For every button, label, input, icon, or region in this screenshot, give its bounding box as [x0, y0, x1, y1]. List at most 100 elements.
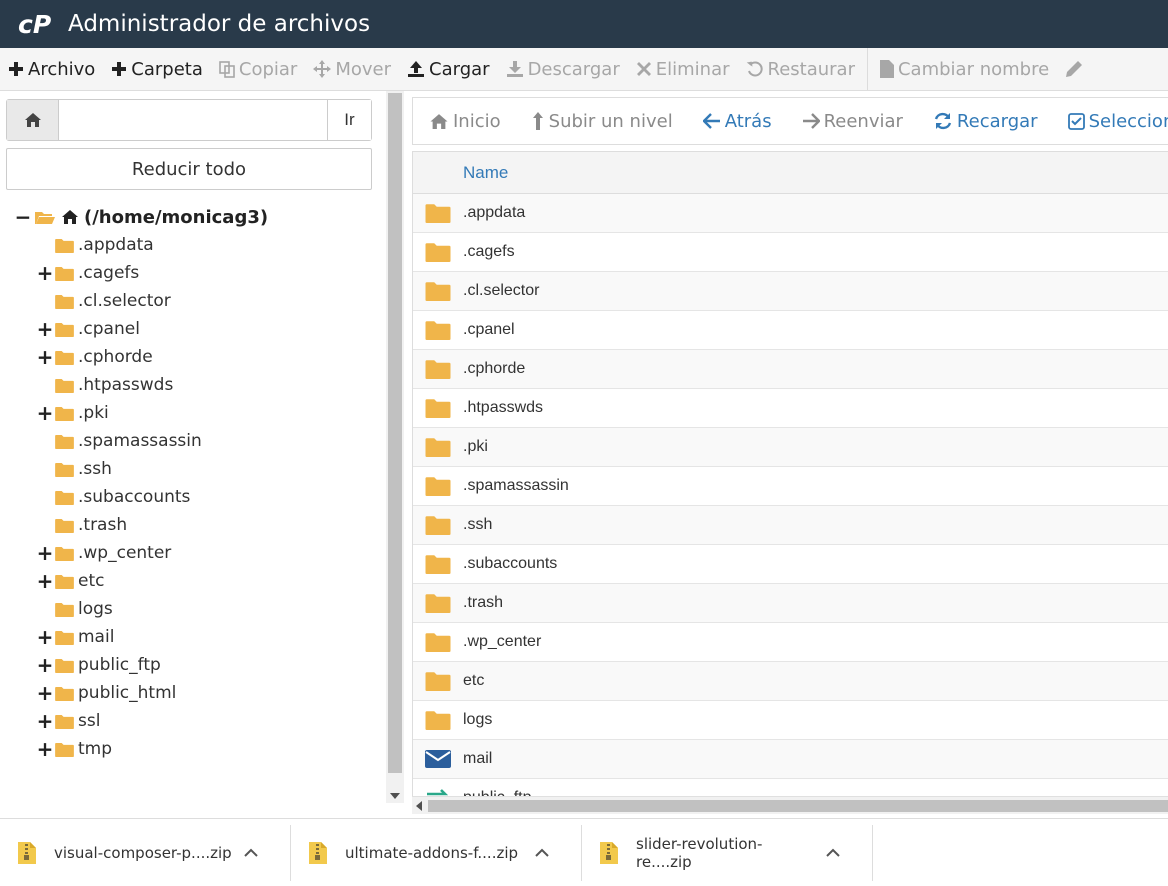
go-button[interactable]: Ir	[327, 100, 371, 140]
table-row[interactable]: .ssh	[413, 506, 1168, 545]
tree-root[interactable]: − (/home/monicag3)	[15, 203, 376, 231]
expand-toggle-icon[interactable]: +	[37, 261, 54, 285]
tree-item[interactable]: + .wp_center	[16, 539, 376, 567]
table-row[interactable]: .cl.selector	[413, 272, 1168, 311]
descargar-button[interactable]: Descargar	[498, 48, 628, 90]
expand-toggle-icon[interactable]: +	[37, 737, 54, 761]
chevron-up-icon[interactable]	[535, 848, 549, 857]
tree-scrollbar-thumb[interactable]	[388, 93, 402, 773]
download-item[interactable]: slider-revolution-re....zip	[582, 824, 873, 881]
archivo-button[interactable]: Archivo	[0, 48, 103, 90]
file-name: .appdata	[463, 204, 526, 221]
cargar-button[interactable]: Cargar	[399, 48, 498, 90]
table-row[interactable]: .wp_center	[413, 623, 1168, 662]
tree-item[interactable]: + etc	[16, 567, 376, 595]
table-row[interactable]: .cagefs	[413, 233, 1168, 272]
table-row[interactable]: .appdata	[413, 194, 1168, 233]
nav-reenviar-button[interactable]: Reenviar	[786, 111, 917, 132]
table-row[interactable]: etc	[413, 662, 1168, 701]
folder-icon	[55, 322, 74, 337]
tree-root-label: (/home/monicag3)	[84, 206, 269, 228]
expand-toggle-icon[interactable]: +	[37, 317, 54, 341]
table-header: Name	[413, 152, 1168, 194]
expand-toggle-icon[interactable]: +	[37, 681, 54, 705]
tree-item[interactable]: + .pki	[16, 399, 376, 427]
zip-file-icon	[18, 841, 36, 864]
table-row[interactable]: logs	[413, 701, 1168, 740]
folder-open-icon	[34, 209, 56, 225]
tree-item[interactable]: + public_ftp	[16, 651, 376, 679]
table-row[interactable]: .trash	[413, 584, 1168, 623]
tree-item[interactable]: + tmp	[16, 735, 376, 763]
expand-toggle-icon[interactable]: +	[37, 569, 54, 593]
tree-item[interactable]: + mail	[16, 623, 376, 651]
tree-item[interactable]: +.cl.selector	[16, 287, 376, 315]
collapse-toggle-icon[interactable]: −	[15, 205, 32, 229]
expand-toggle-icon[interactable]: +	[37, 401, 54, 425]
expand-toggle-icon[interactable]: +	[37, 625, 54, 649]
tree-item[interactable]: +.htpasswds	[16, 371, 376, 399]
table-row[interactable]: .spamassassin	[413, 467, 1168, 506]
folder-icon	[55, 518, 74, 533]
tree-item[interactable]: + public_html	[16, 679, 376, 707]
scroll-left-arrow-icon[interactable]	[416, 801, 422, 811]
nav-atrás-button[interactable]: Atrás	[687, 111, 786, 132]
nav-recargar-button[interactable]: Recargar	[917, 111, 1052, 132]
tree-item[interactable]: +.appdata	[16, 231, 376, 259]
tree-scrollbar[interactable]	[386, 91, 404, 803]
restaurar-button[interactable]: Restaurar	[738, 48, 863, 90]
cambiar-nombre-button[interactable]: Cambiar nombre	[872, 48, 1057, 90]
collapse-all-button[interactable]: Reducir todo	[6, 148, 372, 190]
home-path-button[interactable]	[7, 100, 59, 140]
folder-icon	[413, 554, 463, 574]
table-row[interactable]: .subaccounts	[413, 545, 1168, 584]
expand-toggle-icon[interactable]: +	[37, 709, 54, 733]
tree-item[interactable]: + .cpanel	[16, 315, 376, 343]
file-table-hscrollbar[interactable]	[412, 796, 1168, 814]
tree-item[interactable]: + ssl	[16, 707, 376, 735]
folder-icon	[55, 742, 74, 757]
chevron-up-icon[interactable]	[244, 848, 258, 857]
download-item[interactable]: ultimate-addons-f....zip	[291, 824, 582, 881]
tree-item-label: .subaccounts	[78, 487, 191, 507]
column-header-name[interactable]: Name	[463, 163, 508, 183]
chevron-up-icon[interactable]	[826, 848, 840, 857]
nav-subir-un-nivel-button[interactable]: Subir un nivel	[515, 111, 687, 132]
app-header: cP Administrador de archivos	[0, 0, 1168, 48]
tree-item-label: logs	[78, 599, 113, 619]
hscrollbar-thumb[interactable]	[428, 800, 1168, 812]
tree-item[interactable]: +.trash	[16, 511, 376, 539]
tree-item[interactable]: +logs	[16, 595, 376, 623]
expand-toggle-icon[interactable]: +	[37, 653, 54, 677]
table-row[interactable]: .cphorde	[413, 350, 1168, 389]
expand-toggle-icon[interactable]: +	[37, 541, 54, 565]
tree-item[interactable]: +.ssh	[16, 455, 376, 483]
table-row[interactable]: mail	[413, 740, 1168, 779]
mover-button[interactable]: Mover	[305, 48, 399, 90]
nav-seleccionar-todo-button[interactable]: Seleccionar todo	[1052, 111, 1168, 132]
table-row[interactable]: public_ftp	[413, 779, 1168, 796]
table-row[interactable]: .htpasswds	[413, 389, 1168, 428]
tree-item[interactable]: + .cagefs	[16, 259, 376, 287]
carpeta-button[interactable]: Carpeta	[103, 48, 211, 90]
tree-item[interactable]: + .cphorde	[16, 343, 376, 371]
copiar-button[interactable]: Copiar	[211, 48, 305, 90]
arrow-left-icon	[702, 113, 725, 129]
tree-item-label: ssl	[78, 711, 101, 731]
nav-inicio-button[interactable]: Inicio	[413, 111, 515, 132]
file-list-panel: Inicio Subir un nivel Atrás Reenviar Recarga…	[410, 97, 1168, 813]
nav-label: Atrás	[724, 110, 772, 132]
tree-item[interactable]: +.subaccounts	[16, 483, 376, 511]
expand-toggle-icon[interactable]: +	[37, 345, 54, 369]
path-input[interactable]	[59, 100, 327, 140]
folder-icon	[55, 490, 74, 505]
table-row[interactable]: .pki	[413, 428, 1168, 467]
download-item[interactable]: visual-composer-p....zip	[0, 824, 291, 881]
edit-icon[interactable]	[1057, 48, 1095, 90]
table-row[interactable]: .cpanel	[413, 311, 1168, 350]
scroll-down-arrow-icon[interactable]	[390, 793, 400, 799]
folder-icon	[55, 546, 74, 561]
file-name: .htpasswds	[463, 399, 544, 416]
eliminar-button[interactable]: Eliminar	[628, 48, 738, 90]
tree-item[interactable]: +.spamassassin	[16, 427, 376, 455]
